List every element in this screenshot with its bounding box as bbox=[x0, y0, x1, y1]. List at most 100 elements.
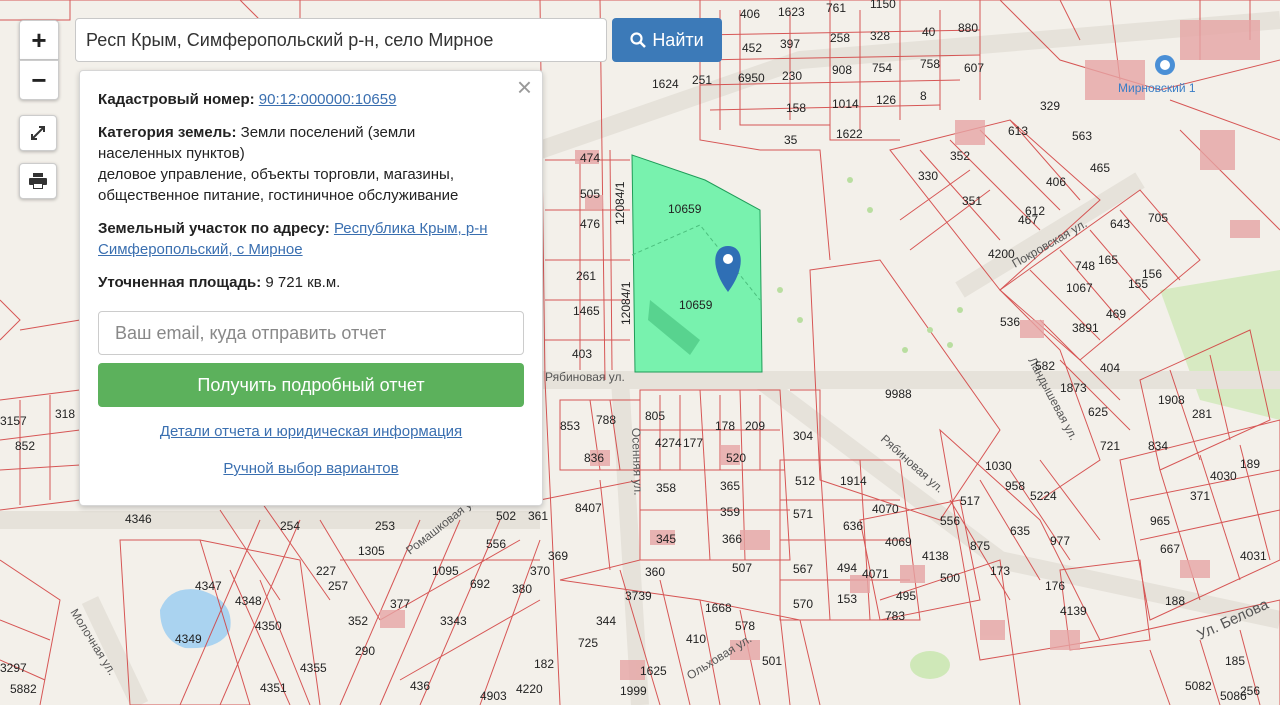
lot-number: 505 bbox=[580, 187, 600, 201]
lot-number: 502 bbox=[496, 509, 516, 523]
lot-number: 358 bbox=[656, 481, 676, 495]
lot-number: 403 bbox=[572, 347, 592, 361]
lot-number: 958 bbox=[1005, 479, 1025, 493]
lot-number: 563 bbox=[1072, 129, 1092, 143]
lot-number: 359 bbox=[720, 505, 740, 519]
search-button[interactable]: Найти bbox=[612, 18, 722, 62]
print-button[interactable] bbox=[19, 163, 57, 199]
lot-number: 189 bbox=[1240, 457, 1260, 471]
lot-number: 330 bbox=[918, 169, 938, 183]
lot-number: 257 bbox=[328, 579, 348, 593]
fullscreen-button[interactable] bbox=[19, 115, 57, 151]
lot-number: 4071 bbox=[862, 567, 889, 581]
lot-number: 643 bbox=[1110, 217, 1130, 231]
cadastral-number-link[interactable]: 90:12:000000:10659 bbox=[259, 91, 397, 108]
lot-number: 875 bbox=[970, 539, 990, 553]
street-label: Осенняя ул. bbox=[629, 428, 645, 496]
manual-select-link[interactable]: Ручной выбор вариантов bbox=[223, 460, 398, 477]
lot-number: 370 bbox=[530, 564, 550, 578]
lot-number: 1625 bbox=[640, 664, 667, 678]
lot-number: 536 bbox=[1000, 315, 1020, 329]
lot-number: 625 bbox=[1088, 405, 1108, 419]
get-report-button[interactable]: Получить подробный отчет bbox=[98, 363, 524, 407]
lot-number: 3891 bbox=[1072, 321, 1099, 335]
lot-number: 692 bbox=[470, 577, 490, 591]
lot-number: 4220 bbox=[516, 682, 543, 696]
poi-label: Мирновский 1 bbox=[1118, 81, 1196, 95]
lot-number: 360 bbox=[645, 565, 665, 579]
lot-number: 345 bbox=[656, 532, 676, 546]
lot-number: 517 bbox=[960, 494, 980, 508]
expand-icon bbox=[31, 126, 45, 140]
lot-number: 1095 bbox=[432, 564, 459, 578]
lot-number: 805 bbox=[645, 409, 665, 423]
lot-number: 177 bbox=[683, 436, 703, 450]
lot-number: 495 bbox=[896, 589, 916, 603]
cadastral-number-label: Кадастровый номер: bbox=[98, 91, 255, 108]
lot-number: 35 bbox=[784, 133, 798, 147]
lot-number: 908 bbox=[832, 63, 852, 77]
lot-number: 452 bbox=[742, 41, 762, 55]
lot-number: 4138 bbox=[922, 549, 949, 563]
lot-number: 4030 bbox=[1210, 469, 1237, 483]
land-usage-value: деловое управление, объекты торговли, ма… bbox=[98, 166, 459, 204]
lot-number: 9988 bbox=[885, 387, 912, 401]
printer-icon bbox=[29, 173, 47, 189]
lot-number: 570 bbox=[793, 597, 813, 611]
lot-number: 253 bbox=[375, 519, 395, 533]
lot-number: 474 bbox=[580, 151, 600, 165]
email-field[interactable] bbox=[98, 311, 524, 355]
land-category-label: Категория земель: bbox=[98, 124, 237, 141]
cadastral-number-row: Кадастровый номер: 90:12:000000:10659 bbox=[98, 89, 524, 110]
lot-number: 721 bbox=[1100, 439, 1120, 453]
lot-number: 582 bbox=[1035, 359, 1055, 373]
parcel-side-number: 12084/1 bbox=[619, 281, 633, 325]
street-label: Рябиновая ул. bbox=[545, 370, 625, 384]
lot-number: 377 bbox=[390, 597, 410, 611]
lot-number: 507 bbox=[732, 561, 752, 575]
lot-number: 556 bbox=[940, 514, 960, 528]
area-value: 9 721 кв.м. bbox=[265, 274, 341, 291]
lot-number: 406 bbox=[1046, 175, 1066, 189]
lot-number: 1014 bbox=[832, 97, 859, 111]
lot-number: 1999 bbox=[620, 684, 647, 698]
lot-number: 758 bbox=[920, 57, 940, 71]
lot-number: 227 bbox=[316, 564, 336, 578]
lot-number: 465 bbox=[1090, 161, 1110, 175]
lot-number: 1150 bbox=[870, 0, 896, 11]
zoom-out-button[interactable]: − bbox=[19, 60, 59, 100]
report-details-link[interactable]: Детали отчета и юридическая информация bbox=[160, 423, 462, 440]
lot-number: 567 bbox=[793, 562, 813, 576]
lot-number: 556 bbox=[486, 537, 506, 551]
search-input[interactable]: Респ Крым, Симферопольский р-н, село Мир… bbox=[75, 18, 607, 62]
lot-number: 571 bbox=[793, 507, 813, 521]
lot-number: 406 bbox=[740, 7, 760, 21]
lot-number: 410 bbox=[686, 632, 706, 646]
lot-number: 1305 bbox=[358, 544, 385, 558]
zoom-in-button[interactable]: + bbox=[19, 20, 59, 60]
lot-number: 185 bbox=[1225, 654, 1245, 668]
lot-number: 352 bbox=[348, 614, 368, 628]
lot-number: 258 bbox=[830, 31, 850, 45]
lot-number: 4070 bbox=[872, 502, 899, 516]
lot-number: 4031 bbox=[1240, 549, 1267, 563]
lot-number: 578 bbox=[735, 619, 755, 633]
lot-number: 329 bbox=[1040, 99, 1060, 113]
poi-icon[interactable] bbox=[1155, 55, 1175, 75]
lot-number: 365 bbox=[720, 479, 740, 493]
lot-number: 761 bbox=[826, 1, 846, 15]
lot-number: 783 bbox=[885, 609, 905, 623]
lot-number: 6950 bbox=[738, 71, 765, 85]
lot-number: 352 bbox=[950, 149, 970, 163]
lot-number: 852 bbox=[15, 439, 35, 453]
details-link-row: Детали отчета и юридическая информация bbox=[98, 421, 524, 442]
lot-number: 725 bbox=[578, 636, 598, 650]
lot-number: 494 bbox=[837, 561, 857, 575]
lot-number: 467 bbox=[1018, 213, 1038, 227]
lot-number: 3157 bbox=[0, 414, 27, 428]
lot-number: 977 bbox=[1050, 534, 1070, 548]
lot-number: 256 bbox=[1240, 684, 1260, 698]
lot-number: 607 bbox=[964, 61, 984, 75]
close-icon[interactable]: × bbox=[517, 74, 532, 100]
lot-number: 8 bbox=[920, 89, 927, 103]
